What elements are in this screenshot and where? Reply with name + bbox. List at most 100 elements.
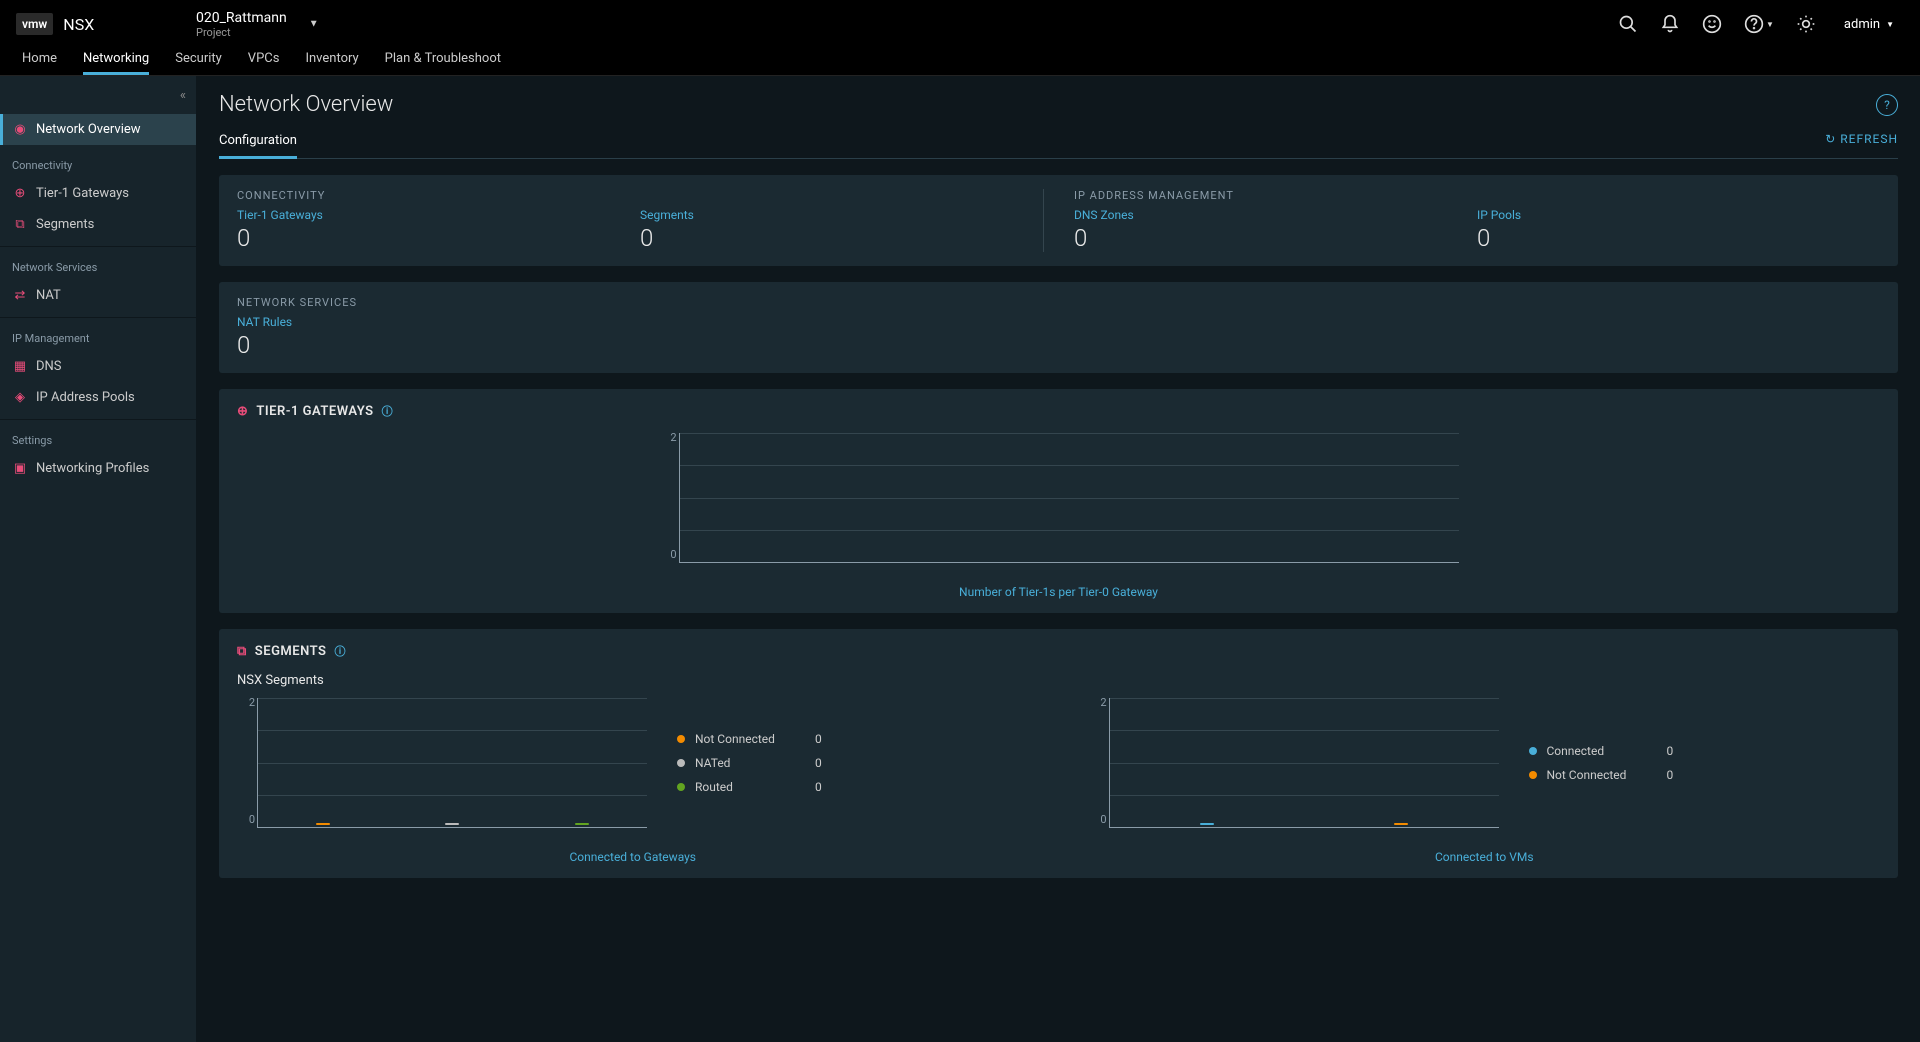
legend-value: 0 <box>815 780 822 794</box>
legend-value: 0 <box>1667 744 1674 758</box>
sidebar-item-label: NAT <box>36 288 61 303</box>
stat-tier1-label[interactable]: Tier-1 Gateways <box>237 208 640 222</box>
dns-icon: ▦ <box>12 359 28 374</box>
segments-left-caption[interactable]: Connected to Gateways <box>237 850 1029 864</box>
stat-pools-label[interactable]: IP Pools <box>1477 208 1880 222</box>
segments-icon: ⧉ <box>12 217 28 232</box>
stat-segments-value: 0 <box>640 224 1043 252</box>
nav-plan-troubleshoot[interactable]: Plan & Troubleshoot <box>385 45 501 75</box>
brand-logo: vmw <box>16 13 53 35</box>
segments-right-legend: Connected 0 Not Connected 0 <box>1529 744 1674 782</box>
legend-item: Connected 0 <box>1529 744 1674 758</box>
legend-item: Not Connected 0 <box>1529 768 1674 782</box>
y-tick-min: 0 <box>249 813 255 826</box>
sidebar: « ◉ Network Overview Connectivity ⊕ Tier… <box>0 76 197 1042</box>
sidebar-item-tier1-gateways[interactable]: ⊕ Tier-1 Gateways <box>0 178 196 209</box>
page-help-button[interactable]: ? <box>1876 94 1898 116</box>
help-icon[interactable]: ▼ <box>1744 14 1774 34</box>
topbar-actions: ▼ <box>1618 14 1816 34</box>
sidebar-item-label: Segments <box>36 217 94 232</box>
segments-left-legend: Not Connected 0 NATed 0 Routed <box>677 732 822 794</box>
sidebar-item-networking-profiles[interactable]: ▣ Networking Profiles <box>0 453 196 484</box>
segments-card-subtitle: NSX Segments <box>237 673 1880 688</box>
nav-inventory[interactable]: Inventory <box>305 45 358 75</box>
refresh-label: REFRESH <box>1840 132 1898 146</box>
legend-label: NATed <box>695 756 805 770</box>
legend-value: 0 <box>1667 768 1674 782</box>
legend-item: NATed 0 <box>677 756 822 770</box>
nav-security[interactable]: Security <box>175 45 222 75</box>
segments-right-chart: 2 0 <box>1109 698 1499 828</box>
sidebar-item-dns[interactable]: ▦ DNS <box>0 351 196 382</box>
sidebar-item-label: Networking Profiles <box>36 461 149 476</box>
tier1-card: ⊕ TIER-1 GATEWAYS ⓘ 2 0 Number of Tier-1… <box>219 389 1898 613</box>
legend-value: 0 <box>815 732 822 746</box>
sidebar-collapse-button[interactable]: « <box>0 76 196 114</box>
gateway-icon: ⊕ <box>12 186 28 201</box>
stats-card-top: CONNECTIVITY Tier-1 Gateways 0 Segments … <box>219 175 1898 266</box>
search-icon[interactable] <box>1618 14 1638 34</box>
stats-group-connectivity-title: CONNECTIVITY <box>237 189 1043 202</box>
stats-group-services-title: NETWORK SERVICES <box>237 296 1880 309</box>
legend-item: Routed 0 <box>677 780 822 794</box>
sidebar-item-segments[interactable]: ⧉ Segments <box>0 209 196 240</box>
segments-right-caption[interactable]: Connected to VMs <box>1089 850 1881 864</box>
segments-card-title: SEGMENTS <box>255 644 327 659</box>
stat-segments-label[interactable]: Segments <box>640 208 1043 222</box>
sidebar-item-label: IP Address Pools <box>36 390 135 405</box>
stats-group-ipam-title: IP ADDRESS MANAGEMENT <box>1074 189 1880 202</box>
brand-name: NSX <box>63 15 94 34</box>
y-tick-max: 2 <box>1100 696 1106 709</box>
nav-networking[interactable]: Networking <box>83 45 149 75</box>
legend-label: Not Connected <box>695 732 805 746</box>
legend-label: Not Connected <box>1547 768 1657 782</box>
nav-vpcs[interactable]: VPCs <box>248 45 280 75</box>
sidebar-item-label: DNS <box>36 359 62 374</box>
smile-icon[interactable] <box>1702 14 1722 34</box>
legend-dot <box>677 759 685 767</box>
sidebar-section-ip-management: IP Management <box>0 318 196 351</box>
tier1-chart-caption[interactable]: Number of Tier-1s per Tier-0 Gateway <box>237 585 1880 599</box>
main-content: Network Overview ? Configuration ↻ REFRE… <box>197 76 1920 1042</box>
subtab-configuration[interactable]: Configuration <box>219 125 297 159</box>
stat-tier1-value: 0 <box>237 224 640 252</box>
project-name: 020_Rattmann <box>196 10 287 26</box>
legend-dot <box>677 735 685 743</box>
stat-dns-label[interactable]: DNS Zones <box>1074 208 1477 222</box>
legend-dot <box>677 783 685 791</box>
y-tick-min: 0 <box>670 548 676 561</box>
sidebar-item-ip-pools[interactable]: ◈ IP Address Pools <box>0 382 196 413</box>
topbar: vmw NSX 020_Rattmann Project ▼ ▼ admin ▼ <box>0 0 1920 48</box>
profile-icon: ▣ <box>12 461 28 476</box>
sidebar-section-settings: Settings <box>0 420 196 453</box>
nav-home[interactable]: Home <box>22 45 57 75</box>
sidebar-section-network-services: Network Services <box>0 247 196 280</box>
chevron-down-icon: ▼ <box>309 19 319 30</box>
y-tick-max: 2 <box>670 431 676 444</box>
y-tick-max: 2 <box>249 696 255 709</box>
info-icon[interactable]: ⓘ <box>334 643 346 659</box>
stat-nat-label[interactable]: NAT Rules <box>237 315 1880 329</box>
info-icon[interactable]: ⓘ <box>382 403 394 419</box>
stat-nat-value: 0 <box>237 331 1880 359</box>
theme-icon[interactable] <box>1796 14 1816 34</box>
page-title: Network Overview <box>219 92 393 117</box>
primary-nav: Home Networking Security VPCs Inventory … <box>0 48 1920 76</box>
nat-icon: ⇄ <box>12 288 28 303</box>
gateway-icon: ⊕ <box>237 404 248 419</box>
stats-card-services: NETWORK SERVICES NAT Rules 0 <box>219 282 1898 373</box>
brand: vmw NSX <box>16 13 176 35</box>
segments-icon: ⧉ <box>237 644 247 659</box>
overview-icon: ◉ <box>12 122 28 137</box>
project-selector[interactable]: 020_Rattmann Project ▼ <box>188 6 327 43</box>
bell-icon[interactable] <box>1660 14 1680 34</box>
user-menu[interactable]: admin ▼ <box>1834 17 1904 32</box>
refresh-button[interactable]: ↻ REFRESH <box>1825 132 1898 152</box>
stat-pools-value: 0 <box>1477 224 1880 252</box>
sidebar-item-nat[interactable]: ⇄ NAT <box>0 280 196 311</box>
y-tick-min: 0 <box>1100 813 1106 826</box>
sidebar-item-network-overview[interactable]: ◉ Network Overview <box>0 114 196 145</box>
segments-left-chart: 2 0 <box>257 698 647 828</box>
stat-dns-value: 0 <box>1074 224 1477 252</box>
user-name: admin <box>1844 17 1880 32</box>
